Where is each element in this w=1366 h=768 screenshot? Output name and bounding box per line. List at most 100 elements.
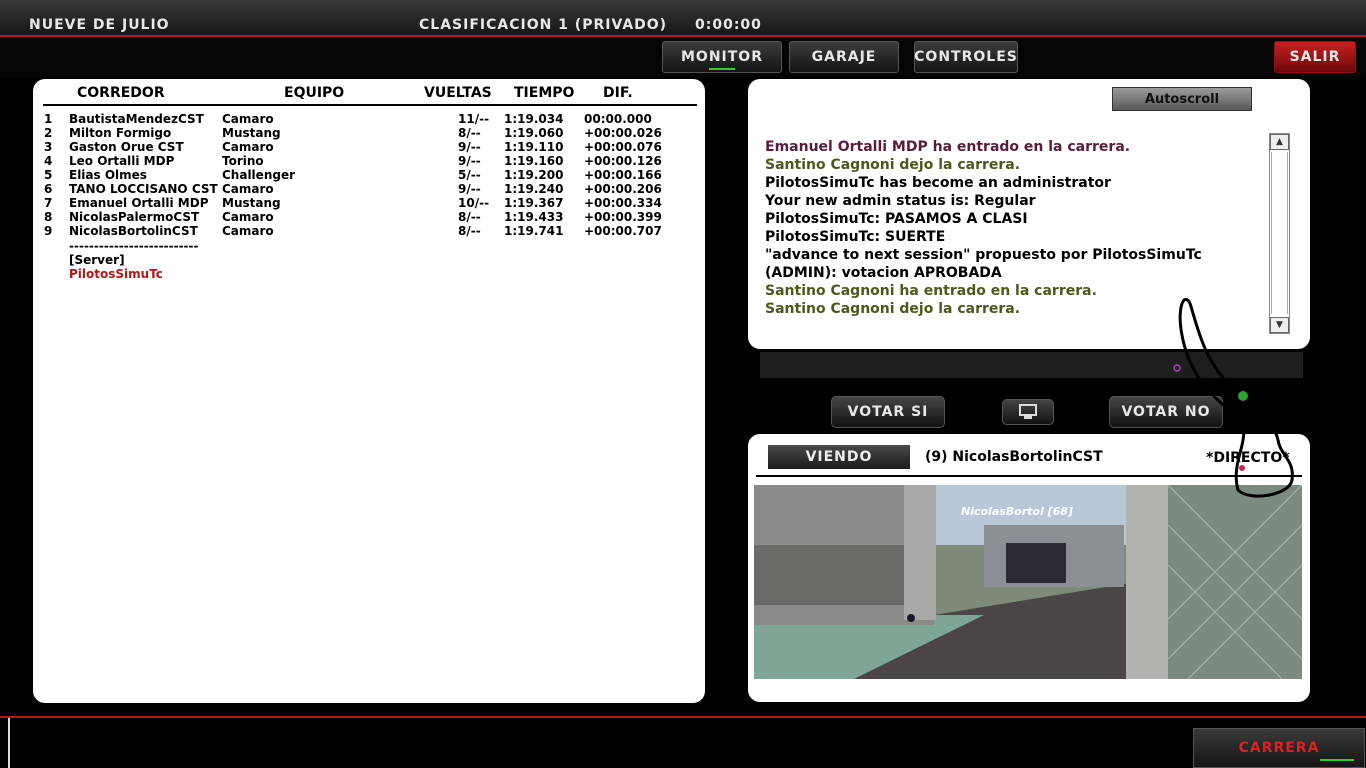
standings-cell-team: Challenger xyxy=(222,168,296,182)
standings-cell-driver: TANO LOCCISANO CST xyxy=(69,182,218,196)
chat-message: PilotosSimuTc: SUERTE xyxy=(765,229,946,245)
tab-controles-label: CONTROLES xyxy=(914,49,1018,65)
header-divider xyxy=(43,104,697,106)
tab-garaje-label: GARAJE xyxy=(811,49,877,65)
track-name: NUEVE DE JULIO xyxy=(29,17,170,33)
standings-cell-pos: 5 xyxy=(44,168,53,182)
monitor-icon xyxy=(1019,404,1037,419)
autoscroll-button[interactable]: Autoscroll xyxy=(1112,87,1252,111)
standings-cell-pos: 6 xyxy=(44,182,53,196)
race-button-label: CARRERA xyxy=(1238,740,1320,756)
standings-cell-pos: 9 xyxy=(44,224,53,238)
standings-cell-team: Mustang xyxy=(222,126,281,140)
standings-cell-dif: +00:00.334 xyxy=(584,196,662,210)
active-indicator xyxy=(709,68,735,70)
standings-cell-dif: 00:00.000 xyxy=(584,112,652,126)
vote-yes-button[interactable]: VOTAR SI xyxy=(831,396,945,428)
standings-cell-time: 1:19.741 xyxy=(504,224,564,238)
standings-cell-dif: +00:00.026 xyxy=(584,126,662,140)
tab-controles[interactable]: CONTROLES xyxy=(914,41,1018,73)
standings-cell-team: Torino xyxy=(222,154,264,168)
standings-cell-dif: +00:00.166 xyxy=(584,168,662,182)
standings-row: 9 NicolasBortolinCST Camaro 8/-- 1:19.741 +00… xyxy=(33,224,705,238)
standings-cell-team: Camaro xyxy=(222,112,274,126)
camera-driver-label: NicolasBortol [68] xyxy=(961,505,1073,518)
standings-row: 4 Leo Ortalli MDP Torino 9/-- 1:19.160 +00:00… xyxy=(33,154,705,168)
session-name: CLASIFICACION 1 (PRIVADO) xyxy=(419,17,668,33)
header-team: EQUIPO xyxy=(284,85,345,101)
standings-cell-pos: 4 xyxy=(44,154,53,168)
standings-cell-dif: +00:00.707 xyxy=(584,224,662,238)
standings-panel: CORREDOR EQUIPO VUELTAS TIEMPO DIF. 1 Bau… xyxy=(33,79,705,703)
standings-cell-driver: NicolasPalermoCST xyxy=(69,210,200,224)
standings-cell-dif: +00:00.399 xyxy=(584,210,662,224)
standings-cell-pos: 8 xyxy=(44,210,53,224)
standings-row: 1 BautistaMendezCST Camaro 11/-- 1:19.034 00:… xyxy=(33,112,705,126)
chat-message: Santino Cagnoni dejo la carrera. xyxy=(765,157,1021,173)
standings-row: 2 Milton Formigo Mustang 8/-- 1:19.060 +00:00… xyxy=(33,126,705,140)
monitor-toggle-button[interactable] xyxy=(1002,399,1054,425)
standings-cell-team: Camaro xyxy=(222,182,274,196)
standings-cell-driver: Milton Formigo xyxy=(69,126,172,140)
chat-message: (ADMIN): votacion APROBADA xyxy=(765,265,1002,281)
standings-cell-team: Camaro xyxy=(222,224,274,238)
server-user: PilotosSimuTc xyxy=(69,267,163,281)
standings-cell-laps: 9/-- xyxy=(458,154,481,168)
viendo-button[interactable]: VIENDO xyxy=(768,445,910,469)
standings-row: 5 Elias Olmes Challenger 5/-- 1:19.200 +00:00… xyxy=(33,168,705,182)
chat-message: PilotosSimuTc has become an administrato… xyxy=(765,175,1111,191)
standings-cell-time: 1:19.240 xyxy=(504,182,564,196)
session-clock: 0:00:00 xyxy=(695,17,762,33)
active-indicator xyxy=(1320,759,1354,761)
camera-view: NicolasBortol [68] xyxy=(754,485,1302,679)
car-marker-leader xyxy=(1238,391,1248,401)
exit-button[interactable]: SALIR xyxy=(1274,41,1356,73)
chat-message: Your new admin status is: Regular xyxy=(765,193,1036,209)
header-laps: VUELTAS xyxy=(424,85,492,101)
standings-header: CORREDOR EQUIPO VUELTAS TIEMPO DIF. xyxy=(33,85,705,105)
standings-cell-time: 1:19.060 xyxy=(504,126,564,140)
standings-cell-laps: 9/-- xyxy=(458,140,481,154)
standings-cell-team: Camaro xyxy=(222,210,274,224)
title-bar: NUEVE DE JULIO CLASIFICACION 1 (PRIVADO)… xyxy=(0,0,1366,37)
race-button[interactable]: CARRERA xyxy=(1193,728,1365,768)
tab-monitor[interactable]: MONITOR xyxy=(662,41,782,73)
standings-cell-driver: Leo Ortalli MDP xyxy=(69,154,175,168)
standings-row: 3 Gaston Orue CST Camaro 9/-- 1:19.110 +00:00… xyxy=(33,140,705,154)
standings-cell-driver: Elias Olmes xyxy=(69,168,147,182)
standings-cell-time: 1:19.367 xyxy=(504,196,564,210)
car-marker xyxy=(1173,364,1181,372)
standings-cell-team: Mustang xyxy=(222,196,281,210)
standings-cell-driver: Gaston Orue CST xyxy=(69,140,184,154)
footer-bar xyxy=(0,716,1366,768)
viewed-driver: (9) NicolasBortolinCST xyxy=(925,449,1103,465)
car-marker-viewed xyxy=(1239,465,1245,471)
standings-row: 7 Emanuel Ortalli MDP Mustang 10/-- 1:19.367… xyxy=(33,196,705,210)
track-map xyxy=(1173,298,1294,498)
tab-monitor-label: MONITOR xyxy=(681,49,763,65)
standings-cell-laps: 8/-- xyxy=(458,210,481,224)
standings-cell-laps: 10/-- xyxy=(458,196,490,210)
header-driver: CORREDOR xyxy=(77,85,165,101)
header-dif: DIF. xyxy=(603,85,633,101)
chat-message: "advance to next session" propuesto por … xyxy=(765,247,1202,263)
standings-cell-pos: 2 xyxy=(44,126,53,140)
vote-yes-label: VOTAR SI xyxy=(847,404,929,420)
standings-cell-dif: +00:00.206 xyxy=(584,182,662,196)
standings-cell-laps: 8/-- xyxy=(458,126,481,140)
standings-cell-laps: 9/-- xyxy=(458,182,481,196)
standings-cell-pos: 3 xyxy=(44,140,53,154)
standings-cell-pos: 7 xyxy=(44,196,53,210)
standings-cell-time: 1:19.110 xyxy=(504,140,564,154)
standings-cell-driver: BautistaMendezCST xyxy=(69,112,204,126)
standings-cell-laps: 5/-- xyxy=(458,168,481,182)
standings-cell-driver: Emanuel Ortalli MDP xyxy=(69,196,209,210)
standings-cell-time: 1:19.034 xyxy=(504,112,564,126)
tab-garaje[interactable]: GARAJE xyxy=(789,41,899,73)
standings-cell-time: 1:19.433 xyxy=(504,210,564,224)
scroll-up-icon[interactable]: ▲ xyxy=(1270,134,1289,150)
standings-cell-team: Camaro xyxy=(222,140,274,154)
standings-cell-driver: NicolasBortolinCST xyxy=(69,224,198,238)
standings-cell-laps: 11/-- xyxy=(458,112,490,126)
standings-cell-pos: 1 xyxy=(44,112,53,126)
